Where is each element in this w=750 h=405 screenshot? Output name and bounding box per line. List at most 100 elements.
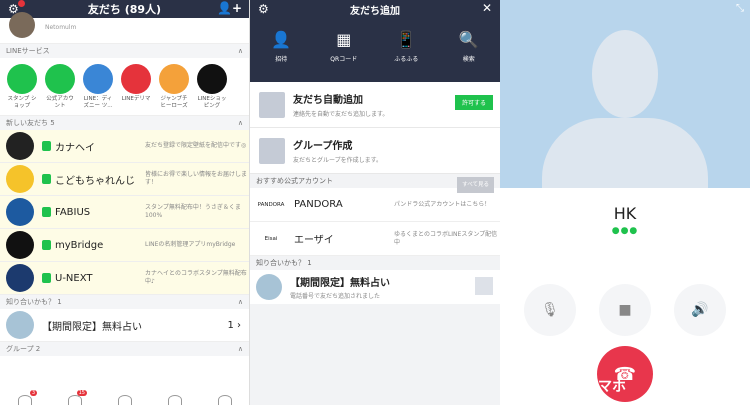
maybe-know-item[interactable]: 【期間限定】無料占い 1 › xyxy=(0,309,249,342)
official-desc: ゆるくまとのコラボLINEスタンプ配信中 xyxy=(394,230,498,246)
call-panel: ⤡ HK ●●● 🎙 ■ 🔊 ☎ マホ xyxy=(500,0,750,405)
official-desc: パンドラ公式アカウントはこちら！ xyxy=(394,200,491,208)
mic-off-icon: 🎙 xyxy=(541,302,559,318)
settings-gear-icon[interactable]: ⚙ xyxy=(258,2,269,16)
my-profile-row[interactable]: Netomulm xyxy=(0,12,249,44)
close-icon[interactable]: ✕ xyxy=(482,1,492,15)
service-item[interactable]: LINE：ディ ズニー ツ... xyxy=(82,64,114,115)
add-friend-title: 友だち追加 xyxy=(350,5,400,17)
friend-desc: カナヘイとのコラボスタンプ無料配布中♪ xyxy=(145,270,247,285)
maybe-know-item[interactable]: 【期間限定】無料占い 電話番号で友だち追加されました xyxy=(250,270,500,304)
section-label: LINEサービス xyxy=(6,47,50,55)
add-method-label: ふるふる xyxy=(394,56,419,63)
add-method-qr[interactable]: ▦ QRコード xyxy=(324,30,364,82)
add-method-menu: 👤 招待 ▦ QRコード 📱 ふるふる 🔍 検索 xyxy=(250,18,500,82)
tab-timeline-icon[interactable] xyxy=(118,395,132,405)
add-method-shake[interactable]: 📱 ふるふる xyxy=(386,30,426,82)
add-friend-icon[interactable]: 👤+ xyxy=(217,1,242,15)
maybe-know-name: 【期間限定】無料占い xyxy=(42,321,142,333)
speaker-button[interactable]: 🔊 xyxy=(674,284,726,336)
tab-wallet-icon[interactable] xyxy=(218,395,232,405)
add-method-label: 検索 xyxy=(462,56,475,63)
avatar xyxy=(6,311,34,339)
smile-icon xyxy=(7,64,37,94)
tab-friends-icon[interactable]: 3 xyxy=(18,390,37,405)
silhouette-head xyxy=(592,30,658,118)
collapse-icon: ∧ xyxy=(237,47,243,55)
minimize-icon[interactable]: ⤡ xyxy=(736,3,744,14)
friend-name: カナヘイ xyxy=(55,142,95,154)
friend-row[interactable]: U-NEXT カナヘイとのコラボスタンプ無料配布中♪ xyxy=(0,262,249,295)
section-label: 新しい友だち 5 xyxy=(6,119,55,127)
jump-icon xyxy=(159,64,189,94)
watermark-logo: マホ xyxy=(598,379,626,395)
create-group-desc: 友だちとグループを作成します。 xyxy=(293,157,383,164)
tab-chats-icon[interactable]: 15 xyxy=(68,390,87,405)
auto-add-desc: 連絡先を自動で友だち追加します。 xyxy=(293,111,389,118)
friend-row[interactable]: myBridge LINEの名刺管理アプリmyBridge xyxy=(0,229,249,262)
avatar xyxy=(6,231,34,259)
official-shield-icon xyxy=(42,240,51,250)
official-name: エーザイ xyxy=(294,235,334,246)
service-item[interactable]: 公式アカウ ント xyxy=(44,64,76,115)
friend-row[interactable]: FABIUS スタンプ無料配布中！うさぎ＆くま100% xyxy=(0,196,249,229)
maybe-know-desc: 電話番号で友だち追加されました xyxy=(290,293,381,300)
create-group-row[interactable]: グループ作成 友だちとグループを作成します。 xyxy=(250,128,500,174)
section-label: 知り合いかも？ 1 xyxy=(256,259,312,267)
service-item[interactable]: LINEデリマ xyxy=(120,64,152,115)
friend-name: myBridge xyxy=(55,239,104,251)
bottom-tab-bar: 3 15 xyxy=(0,390,249,405)
service-label: スタンプ ショップ xyxy=(7,96,37,109)
friends-header: ⚙ 友だち (89人) 👤+ xyxy=(0,0,249,18)
friend-row[interactable]: カナヘイ 友だち登録で限定壁紙を配信中です◎ xyxy=(0,130,249,163)
official-account-row[interactable]: Eisai エーザイ ゆるくまとのコラボLINEスタンプ配信中 xyxy=(250,222,500,256)
service-item[interactable]: スタンプ ショップ xyxy=(6,64,38,115)
official-name: PANDORA xyxy=(294,199,343,210)
add-method-label: 招待 xyxy=(275,56,288,63)
official-account-row[interactable]: PANDORA PANDORA パンドラ公式アカウントはこちら！ xyxy=(250,188,500,222)
add-friend-icon[interactable] xyxy=(475,277,493,295)
section-groups[interactable]: グループ 2 ∧ xyxy=(0,342,249,356)
section-maybe-know[interactable]: 知り合いかも？ 1 ∧ xyxy=(0,295,249,309)
section-line-services[interactable]: LINEサービス ∧ xyxy=(0,44,249,58)
add-friend-header: ⚙ 友だち追加 ✕ xyxy=(250,0,500,18)
brand-logo: Eisai xyxy=(264,235,278,242)
shopping-icon xyxy=(197,64,227,94)
maybe-know-arrow: 1 › xyxy=(227,319,241,331)
invite-icon: 👤 xyxy=(271,30,292,49)
add-method-search[interactable]: 🔍 検索 xyxy=(449,30,489,82)
speaker-icon: 🔊 xyxy=(691,302,709,318)
video-button[interactable]: ■ xyxy=(599,284,651,336)
service-item[interactable]: ジャンプチ ヒーローズ xyxy=(158,64,190,115)
section-new-friends[interactable]: 新しい友だち 5 ∧ xyxy=(0,116,249,130)
delima-icon xyxy=(121,64,151,94)
friends-title: 友だち (89人) xyxy=(87,3,162,16)
search-icon: 🔍 xyxy=(458,30,479,49)
mute-button[interactable]: 🎙 xyxy=(524,284,576,336)
services-row: スタンプ ショップ 公式アカウ ント LINE：ディ ズニー ツ... LINEデリマ… xyxy=(0,58,249,116)
see-all-button[interactable]: すべて見る xyxy=(457,177,494,193)
section-official-accounts: おすすめ公式アカウント すべて見る xyxy=(250,174,500,193)
auto-add-row[interactable]: 友だち自動追加 連絡先を自動で友だち追加します。 許可する xyxy=(250,82,500,128)
avatar xyxy=(6,165,34,193)
caller-avatar: ⤡ xyxy=(500,0,750,188)
calling-status-dots: ●●● xyxy=(611,226,639,236)
tab-badge: 3 xyxy=(29,390,37,396)
collapse-icon: ∧ xyxy=(237,298,243,306)
service-item[interactable]: LINEショッ ピング xyxy=(196,64,228,115)
friend-desc: 友だち登録で限定壁紙を配信中です◎ xyxy=(145,142,247,149)
friend-desc: LINEの名刺管理アプリmyBridge xyxy=(145,241,236,248)
service-label: ジャンプチ ヒーローズ xyxy=(160,96,188,109)
create-group-title: グループ作成 xyxy=(293,141,353,152)
avatar xyxy=(6,264,34,292)
my-avatar xyxy=(9,12,35,38)
tab-news-icon[interactable] xyxy=(168,395,182,405)
allow-button[interactable]: 許可する xyxy=(454,95,493,110)
disney-icon xyxy=(83,64,113,94)
friend-row[interactable]: こどもちゃれんじ 皆様にお得で楽しい情報をお届けします！ xyxy=(0,163,249,196)
auto-add-title: 友だち自動追加 xyxy=(293,95,363,106)
friends-panel: ⚙ 友だち (89人) 👤+ Netomulm LINEサービス ∧ スタンプ シ… xyxy=(0,0,250,405)
new-friends-list: カナヘイ 友だち登録で限定壁紙を配信中です◎ こどもちゃれんじ 皆様にお得で楽しい情報… xyxy=(0,130,249,295)
collapse-icon: ∧ xyxy=(237,345,243,353)
add-method-invite[interactable]: 👤 招待 xyxy=(261,30,301,82)
